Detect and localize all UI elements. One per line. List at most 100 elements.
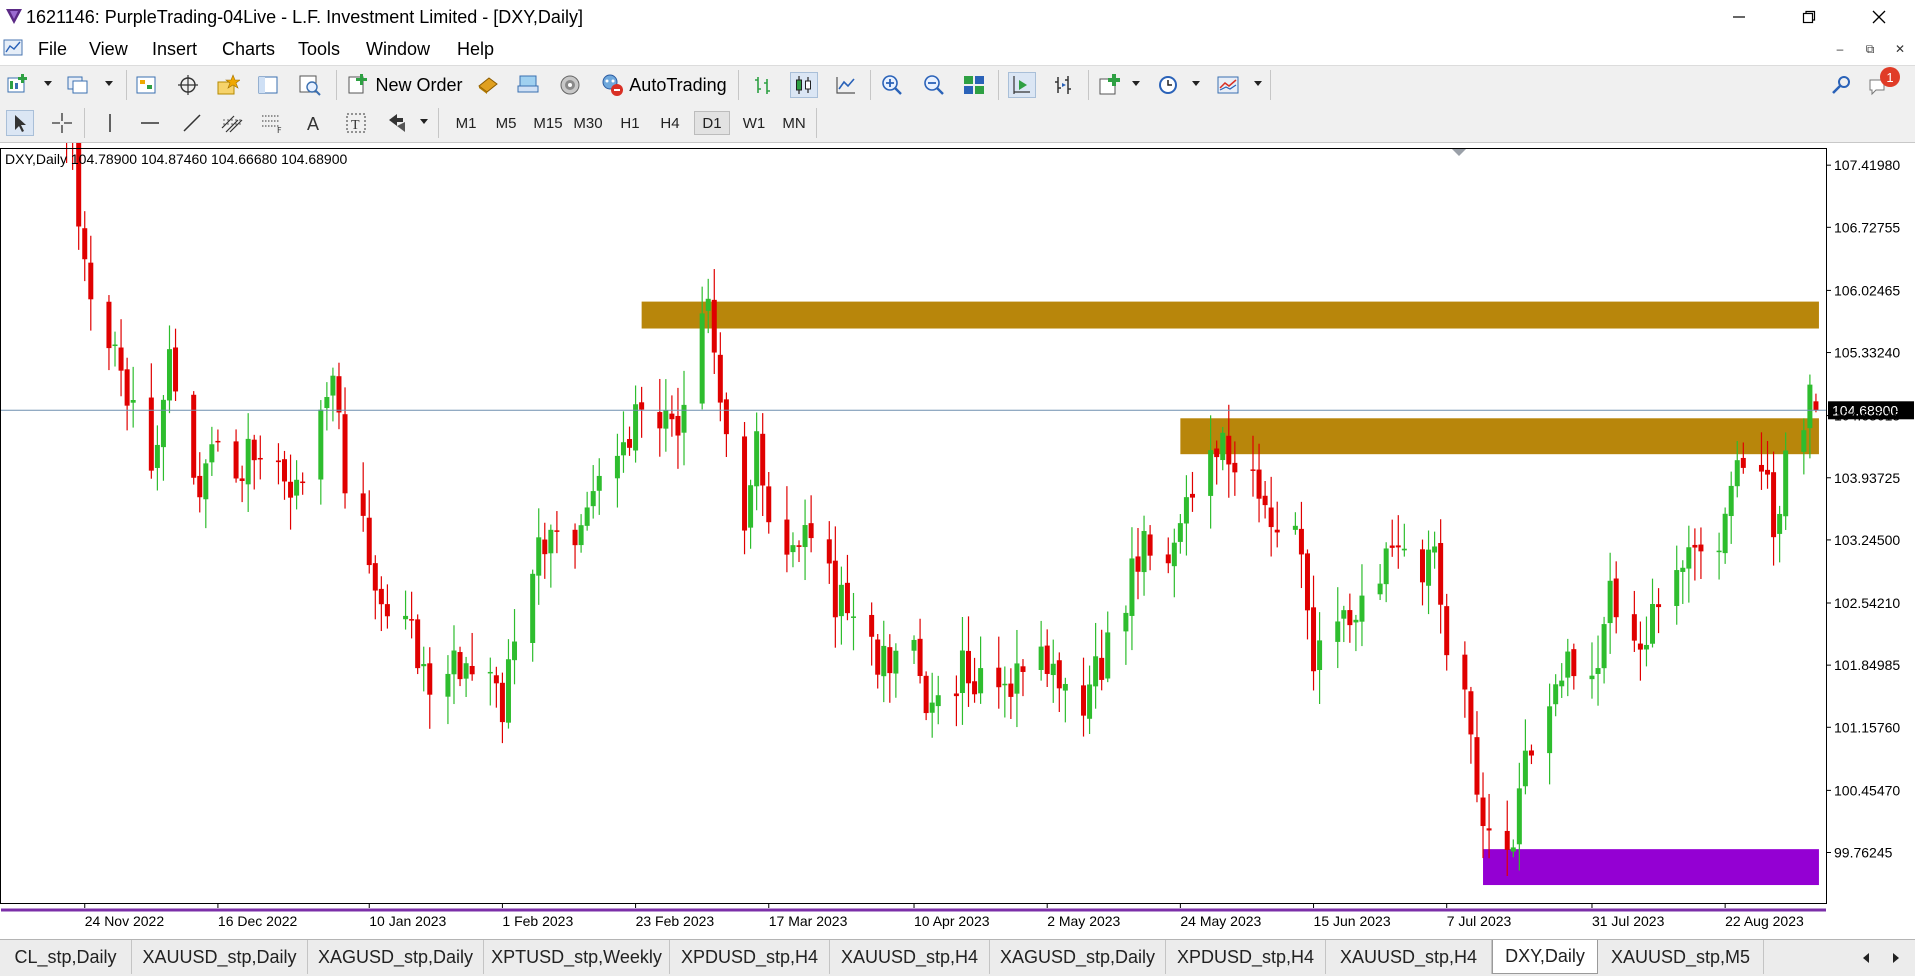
data-window-button[interactable] [174, 72, 202, 98]
tab-xpdusd-stp-h4[interactable]: XPDUSD_stp,H4 [670, 940, 830, 974]
indicators-button[interactable] [1096, 72, 1124, 98]
auto-scroll-button[interactable] [1008, 72, 1036, 98]
templates-button[interactable] [1214, 72, 1242, 98]
restore-button[interactable] [1780, 0, 1838, 34]
autotrading-button[interactable]: AutoTrading [596, 72, 730, 98]
chart-window[interactable]: 104.68900 107.41980 106.72755 106.02465 105… [0, 103, 1915, 938]
menu-tools[interactable]: Tools [298, 39, 340, 60]
candlestick-chart[interactable]: 104.68900 107.41980106.72755106.02465105… [0, 103, 1915, 938]
notifications-button[interactable]: 1 [1868, 67, 1902, 98]
menu-help[interactable]: Help [457, 39, 494, 60]
title-bar: 1621146: PurpleTrading-04Live - L.F. Inv… [0, 0, 1915, 34]
equidistant-channel-button[interactable] [218, 110, 246, 136]
timeframe-m5[interactable]: M5 [488, 111, 524, 135]
tab-xpdusd-stp-h4-2[interactable]: XPDUSD_stp,H4 [1166, 940, 1326, 974]
timeframe-m15[interactable]: M15 [528, 111, 568, 135]
terminal-button[interactable] [254, 72, 282, 98]
timeframe-mn[interactable]: MN [776, 111, 812, 135]
timeframe-h1[interactable]: H1 [612, 111, 648, 135]
candle-down [1486, 828, 1492, 831]
minimize-button[interactable] [1710, 0, 1768, 34]
child-minimize-button[interactable]: – [1829, 39, 1851, 59]
periods-dropdown-icon[interactable] [1192, 81, 1200, 86]
tab-xptusd-stp-weekly[interactable]: XPTUSD_stp,Weekly [484, 940, 670, 974]
strategy-tester-button[interactable] [296, 72, 324, 98]
tab-scroll-left-button[interactable] [1856, 948, 1876, 968]
search-button[interactable] [1828, 72, 1856, 98]
candlestick-chart-button[interactable] [790, 72, 818, 98]
tab-xauusd-stp-h4-2[interactable]: XAUUSD_stp,H4 [1326, 940, 1492, 974]
profiles-button[interactable] [64, 72, 92, 98]
candle-down [1528, 750, 1534, 756]
tab-dxy-daily[interactable]: DXY,Daily [1492, 940, 1598, 974]
close-button[interactable] [1850, 0, 1908, 34]
time-tick-label: 2 May 2023 [1047, 913, 1120, 929]
text-label-button[interactable]: T [342, 110, 370, 136]
tab-xauusd-stp-h4[interactable]: XAUUSD_stp,H4 [830, 940, 990, 974]
child-restore-button[interactable]: ⧉ [1859, 39, 1881, 59]
new-chart-button[interactable] [4, 72, 32, 98]
candle-up [1335, 621, 1341, 642]
lower-resistance-zone[interactable] [1180, 418, 1819, 455]
tab-xagusd-stp-daily-2[interactable]: XAGUSD_stp,Daily [990, 940, 1166, 974]
tab-xagusd-stp-daily[interactable]: XAGUSD_stp,Daily [308, 940, 484, 974]
candle-up [911, 639, 917, 651]
tab-xauusd-stp-daily[interactable]: XAUUSD_stp,Daily [132, 940, 308, 974]
text-tool-button[interactable]: A [300, 110, 328, 136]
candle-down [1165, 554, 1171, 564]
indicators-dropdown-icon[interactable] [1132, 81, 1140, 86]
templates-dropdown-icon[interactable] [1254, 81, 1262, 86]
candle-down [1740, 457, 1746, 468]
support-zone[interactable] [1483, 849, 1819, 886]
timeframe-m30[interactable]: M30 [568, 111, 608, 135]
menu-charts[interactable]: Charts [222, 39, 275, 60]
timeframe-w1[interactable]: W1 [736, 111, 772, 135]
timeframe-d1[interactable]: D1 [694, 111, 730, 135]
vertical-line-button[interactable] [96, 110, 124, 136]
tab-cl-stp-daily[interactable]: CL_stp,Daily [0, 940, 132, 974]
trendline-button[interactable] [178, 110, 206, 136]
metaeditor-button[interactable] [474, 72, 502, 98]
tab-scroll-right-button[interactable] [1886, 948, 1906, 968]
candle-down [1044, 645, 1050, 674]
candle-up [1650, 604, 1656, 644]
price-tick-label: 100.45470 [1834, 782, 1900, 798]
candle-down [832, 560, 838, 618]
candle-down [923, 675, 929, 714]
signals-button[interactable] [556, 72, 584, 98]
arrows-dropdown-icon[interactable] [420, 119, 428, 124]
chart-shift-button[interactable] [1050, 72, 1078, 98]
new-chart-dropdown-icon[interactable] [44, 81, 52, 86]
bar-chart-button[interactable] [750, 72, 778, 98]
cursor-tool-button[interactable] [6, 110, 34, 136]
arrows-button[interactable] [384, 110, 412, 136]
fibonacci-button[interactable]: F [258, 110, 286, 136]
profiles-dropdown-icon[interactable] [105, 81, 113, 86]
market-watch-button[interactable] [132, 72, 160, 98]
market-button[interactable] [514, 72, 542, 98]
candle-down [917, 638, 923, 676]
candle-down [118, 347, 124, 371]
timeframe-m1[interactable]: M1 [448, 111, 484, 135]
candle-down [1099, 657, 1105, 680]
candle-down [1395, 545, 1401, 548]
tile-windows-button[interactable] [960, 72, 988, 98]
periods-button[interactable] [1154, 72, 1182, 98]
navigator-button[interactable] [214, 72, 242, 98]
line-chart-button[interactable] [832, 72, 860, 98]
crosshair-tool-button[interactable] [48, 110, 76, 136]
zoom-out-button[interactable] [920, 72, 948, 98]
new-order-button[interactable]: New Order [343, 72, 467, 98]
zoom-in-button[interactable] [878, 72, 906, 98]
menu-view[interactable]: View [89, 39, 128, 60]
tab-xauusd-stp-m5[interactable]: XAUUSD_stp,M5 [1598, 940, 1764, 974]
timeframe-h4[interactable]: H4 [652, 111, 688, 135]
candle-up [1141, 531, 1147, 573]
menu-insert[interactable]: Insert [152, 39, 197, 60]
menu-file[interactable]: File [38, 39, 67, 60]
horizontal-line-button[interactable] [136, 110, 164, 136]
child-close-button[interactable]: ✕ [1889, 39, 1911, 59]
candle-up [1177, 523, 1183, 542]
menu-window[interactable]: Window [366, 39, 430, 60]
upper-resistance-zone[interactable] [641, 301, 1819, 329]
